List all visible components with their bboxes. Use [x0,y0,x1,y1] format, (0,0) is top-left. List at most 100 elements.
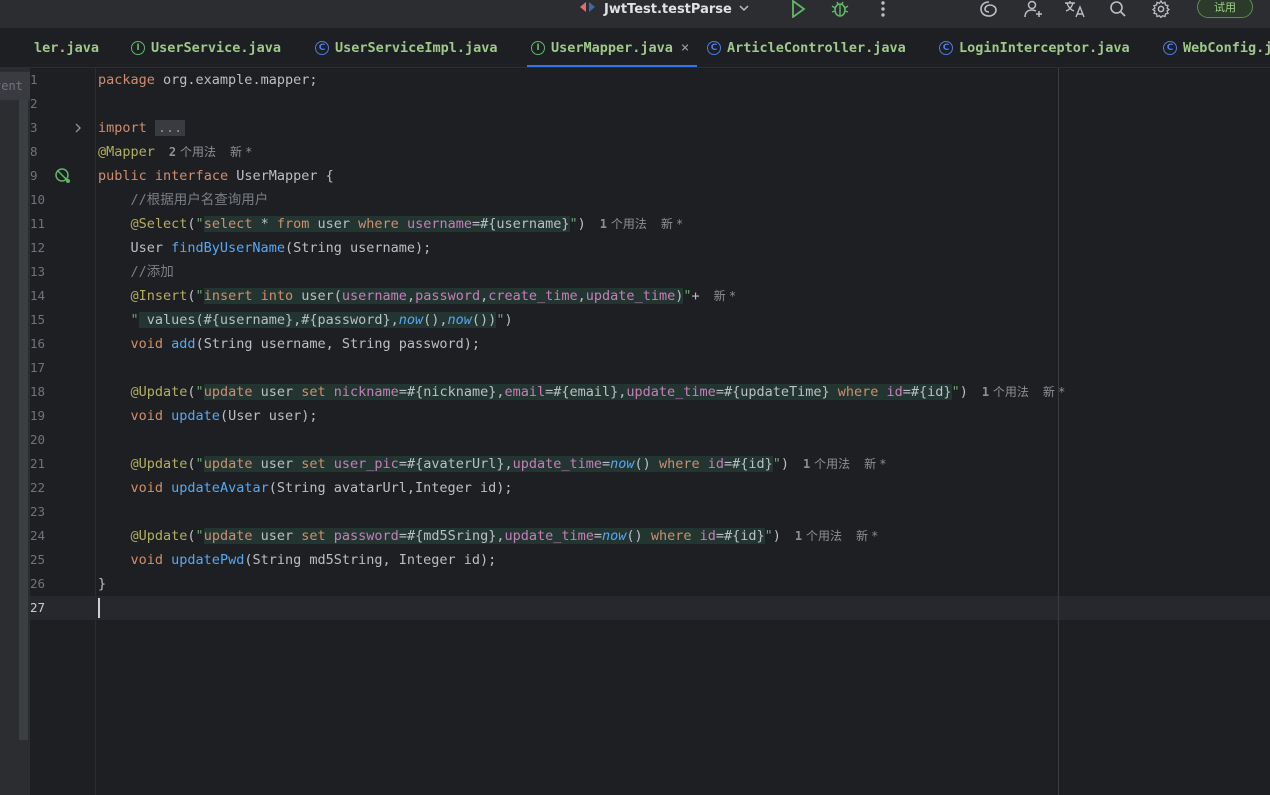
code-line-27[interactable] [98,596,1058,620]
tab-label: LoginInterceptor.java [959,40,1130,56]
line-number: 9 [30,168,38,183]
tab-articlecontroller-java[interactable]: C ArticleController.java [707,28,906,67]
sql-injection-string: insert into user(username,password,creat… [203,288,684,304]
code-token: (String avatarUrl,Integer id); [268,480,513,496]
code-line-9[interactable]: public interface UserMapper { [98,164,334,188]
code-line-3[interactable]: import ... [98,116,186,140]
code-line-15[interactable]: " values(#{username},#{password},now(),n… [98,308,513,332]
code-line-25[interactable]: void updatePwd(String md5String, Integer… [98,548,497,572]
line-number: 10 [30,192,46,207]
line-number: 25 [30,552,46,567]
debug-icon[interactable] [829,0,851,18]
code-line-14[interactable]: @Insert("insert into user(username,passw… [98,284,735,308]
line-number: 1 [30,72,38,87]
left-panel-scrollbar[interactable] [19,100,28,740]
line-number: 24 [30,528,46,543]
usages-inlay-hint[interactable]: 1 个用法新 * [982,385,1065,399]
tab-webconfig-java[interactable]: C WebConfig.j [1163,28,1270,67]
search-icon[interactable] [1107,0,1129,18]
mybatis-mapper-gutter-icon[interactable] [55,168,71,184]
chevron-down-icon [738,2,750,17]
code-token: + [691,288,700,304]
code-token: } [98,576,107,592]
line-number: 13 [30,264,46,279]
line-number: 15 [30,312,46,327]
tab-userservice-java[interactable]: I UserService.java [131,28,282,67]
code-token: @Update [98,456,188,472]
method-name: add [171,336,196,352]
author-inlay-hint[interactable]: 新 * [714,289,736,303]
code-token: package [98,72,155,88]
code-line-1[interactable]: package org.example.mapper; [98,68,317,92]
line-number: 16 [30,336,46,351]
settings-gear-icon[interactable] [1150,0,1172,18]
run-icon[interactable] [786,0,808,18]
run-config-icon [578,0,598,18]
trial-button[interactable]: 试用 [1197,0,1253,18]
tab-label: ArticleController.java [727,40,906,56]
code-line-26[interactable]: } [98,572,106,596]
code-line-22[interactable]: void updateAvatar(String avatarUrl,Integ… [98,476,513,500]
code-line-8[interactable]: @Mapper 2 个用法新 * [98,140,252,164]
tab-label: UserServiceImpl.java [335,40,498,56]
code-line-18[interactable]: @Update("update user set nickname=#{nick… [98,380,1065,404]
author-new-hint: 新 * [660,217,683,231]
code-token: @Insert [98,288,188,304]
translate-icon[interactable] [1064,0,1086,18]
usages-inlay-hint[interactable]: 1 个用法新 * [803,457,886,471]
interface-icon: I [131,41,145,55]
code-line-11[interactable]: @Select("select * from user where userna… [98,212,683,236]
code-line-16[interactable]: void add(String username, String passwor… [98,332,481,356]
code-line-10[interactable]: //根据用户名查询用户 [98,188,269,212]
code-line-12[interactable]: User findByUserName(String username); [98,236,432,260]
code-token: void [98,336,164,352]
folded-imports[interactable]: ... [154,120,186,136]
fold-expand-chevron-icon[interactable] [73,120,83,136]
code-token: public [98,168,147,184]
more-actions-icon[interactable] [872,0,894,18]
code-token: @Update [98,384,188,400]
code-comment: //根据用户名查询用户 [98,192,269,208]
author-new-hint: 新 * [855,529,878,543]
add-user-icon[interactable] [1022,0,1044,18]
method-name: updatePwd [171,552,245,568]
left-panel-label[interactable]: vent [0,72,30,100]
code-token: (String username); [284,240,432,256]
string-quote: " [569,216,578,232]
sql-injection-string: select * from user where username=#{user… [203,216,570,232]
usages-inlay-hint[interactable]: 2 个用法新 * [169,145,252,159]
tab-userserviceimpl-java[interactable]: C UserServiceImpl.java [315,28,498,67]
code-line-13[interactable]: //添加 [98,260,174,284]
run-configuration-selector[interactable]: JwtTest.testParse [578,0,750,18]
tab-ler-java[interactable]: ler.java [34,28,99,67]
code-token: (String md5String, Integer id); [244,552,497,568]
code-token: @Select [98,216,188,232]
method-name: findByUserName [171,240,285,256]
line-number-current: 27 [30,600,46,615]
line-number: 19 [30,408,46,423]
author-new-hint: 新 * [229,145,252,159]
code-token: void [98,552,164,568]
code-line-21[interactable]: @Update("update user set user_pic=#{avat… [98,452,886,476]
tab-label: UserService.java [151,40,282,56]
tab-usermapper-java[interactable]: I UserMapper.java × [526,28,698,67]
interface-icon: I [531,41,545,55]
tab-label: UserMapper.java [551,40,673,56]
right-margin-guide [1058,68,1059,795]
code-token: (User user); [219,408,318,424]
tab-logininterceptor-java[interactable]: C LoginInterceptor.java [939,28,1130,67]
sql-injection-string: update user set nickname=#{nickname},ema… [203,384,952,400]
usages-inlay-hint[interactable]: 1 个用法新 * [600,217,683,231]
line-number: 3 [30,120,38,135]
close-tab-icon[interactable]: × [681,40,689,56]
code-line-19[interactable]: void update(User user); [98,404,318,428]
ai-assistant-icon[interactable] [978,0,1000,18]
line-number: 14 [30,288,46,303]
author-new-hint: 新 * [1042,385,1065,399]
line-number: 18 [30,384,46,399]
usages-inlay-hint[interactable]: 1 个用法新 * [795,529,878,543]
code-token: ) [504,312,513,328]
line-number: 17 [30,360,46,375]
code-line-24[interactable]: @Update("update user set password=#{md5S… [98,524,878,548]
code-token: ) [577,216,586,232]
